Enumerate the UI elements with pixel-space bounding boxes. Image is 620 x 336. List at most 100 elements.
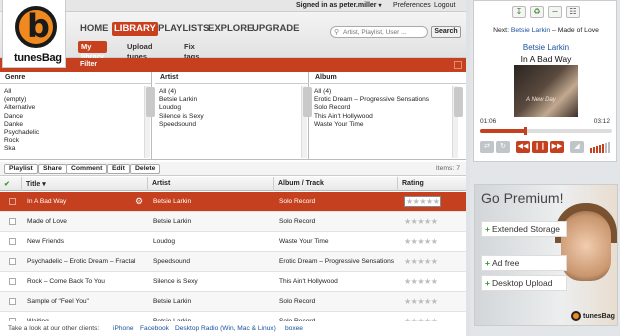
album-item[interactable]: This Ain't Hollywood (314, 113, 462, 121)
volume-slider[interactable] (590, 141, 612, 153)
artist-item[interactable]: Betsie Larkin (159, 96, 304, 104)
genre-item[interactable]: All (4, 88, 147, 96)
filter-bar: Filter (0, 58, 466, 72)
artist-item[interactable]: Loudog (159, 104, 304, 112)
premium-photo (561, 211, 611, 281)
select-all-check-icon[interactable]: ✔ (0, 177, 22, 191)
column-title[interactable]: Title ▾ (22, 177, 148, 191)
rating-stars[interactable]: ★★★★★ (404, 277, 438, 286)
volume-icon[interactable]: ◢ (570, 141, 584, 153)
genre-item[interactable]: (empty) (4, 96, 147, 104)
subtab-my-library[interactable]: My library (78, 41, 107, 61)
gear-icon[interactable]: ⚙ (135, 196, 143, 207)
row-checkbox[interactable] (9, 238, 16, 245)
cell-title: Rock – Come Back To You (27, 278, 105, 286)
column-album[interactable]: Album / Track (274, 177, 398, 191)
share-icon[interactable]: ♻ (530, 6, 544, 18)
table-row[interactable]: New Friends Loudog Waste Your Time ★★★★★ (0, 232, 466, 252)
search-input[interactable] (343, 28, 425, 37)
cell-album: Waste Your Time (279, 238, 329, 246)
row-checkbox[interactable] (9, 258, 16, 265)
row-checkbox[interactable] (9, 298, 16, 305)
premium-title: Go Premium! (481, 190, 564, 206)
previous-icon[interactable]: ◀◀ (516, 141, 530, 153)
next-artist-link[interactable]: Betsie Larkin (511, 27, 550, 34)
rating-stars[interactable]: ★★★★★ (404, 297, 438, 306)
download-icon[interactable]: ↧ (512, 6, 526, 18)
artist-item[interactable]: Speedsound (159, 121, 304, 129)
filter-expand-icon[interactable] (454, 61, 462, 69)
subtab-fix-tags[interactable]: Fix tags (181, 41, 202, 61)
row-checkbox[interactable] (9, 218, 16, 225)
tunesbag-logo[interactable]: b tunesBag (2, 0, 66, 68)
repeat-icon[interactable]: ↻ (496, 141, 510, 153)
search-button[interactable]: Search (431, 26, 461, 38)
rating-stars[interactable]: ★★★★★ (404, 237, 438, 246)
column-rating[interactable]: Rating (398, 177, 466, 191)
genre-item[interactable]: Psychadelic (4, 129, 147, 137)
premium-feature-storage: + Extended Storage (481, 221, 567, 237)
album-item[interactable]: Waste Your Time (314, 121, 462, 129)
share-network-icon[interactable]: ∽ (548, 6, 562, 18)
link-desktop-radio[interactable]: Desktop Radio (Win, Mac & Linux) (175, 325, 276, 332)
cell-album: Solo Record (279, 198, 316, 206)
genre-scrollbar[interactable] (144, 86, 155, 158)
edit-button[interactable]: Edit (107, 164, 130, 174)
rating-stars[interactable]: ★★★★★ (404, 257, 438, 266)
now-playing-song: In A Bad Way (520, 54, 572, 64)
comment-button[interactable]: Comment (66, 164, 108, 174)
premium-ad[interactable]: Go Premium! + Extended Storage + Ad free +… (474, 184, 618, 326)
link-iphone[interactable]: iPhone (113, 325, 134, 332)
elapsed-time: 01:06 (480, 118, 497, 125)
playlist-button[interactable]: Playlist (4, 164, 38, 174)
link-boxee[interactable]: boxee (285, 325, 303, 332)
table-row[interactable]: Made of Love Betsie Larkin Solo Record ★★★★… (0, 212, 466, 232)
nav-tab-library[interactable]: LIBRARY (112, 22, 158, 36)
cart-icon[interactable]: ☷ (566, 6, 580, 18)
logout-link[interactable]: Logout (434, 2, 455, 9)
subtab-upload-tunes[interactable]: Upload tunes (124, 41, 155, 61)
album-item[interactable]: Solo Record (314, 104, 462, 112)
search-icon: ⚲ (334, 29, 340, 36)
row-checkbox[interactable] (9, 198, 16, 205)
genre-item[interactable]: Alternative (4, 104, 147, 112)
rating-stars[interactable]: ★★★★★ (404, 196, 442, 207)
genre-item[interactable]: Rock (4, 137, 147, 145)
next-track: Next: Betsie Larkin – Made of Love (474, 27, 618, 34)
column-artist[interactable]: Artist (148, 177, 274, 191)
album-list: All (4) Erotic Dream – Progressive Sensa… (310, 84, 466, 133)
signed-in-menu[interactable]: Signed in as peter.miller ▾ (296, 2, 382, 9)
pause-icon[interactable]: ❙❙ (532, 141, 548, 153)
rating-stars[interactable]: ★★★★★ (404, 217, 438, 226)
artist-column: Artist All (4) Betsie Larkin Loudog Sile… (155, 72, 312, 160)
album-item[interactable]: Erotic Dream – Progressive Sensations (314, 96, 462, 104)
table-row[interactable]: Psychadelic – Erotic Dream – Fractal Spee… (0, 252, 466, 272)
genre-item[interactable]: Dance (4, 113, 147, 121)
progress-handle[interactable] (523, 127, 527, 135)
table-row[interactable]: Rock – Come Back To You Silence is Sexy Th… (0, 272, 466, 292)
row-checkbox[interactable] (9, 278, 16, 285)
genre-item[interactable]: Danke (4, 121, 147, 129)
share-button[interactable]: Share (38, 164, 67, 174)
album-item[interactable]: All (4) (314, 88, 462, 96)
cell-album: This Ain't Hollywood (279, 278, 338, 286)
artist-item[interactable]: All (4) (159, 88, 304, 96)
table-row[interactable]: In A Bad Way Betsie Larkin Solo Record ⚙ ★★★… (0, 192, 466, 212)
progress-bar[interactable] (480, 127, 612, 135)
nav-tab-playlists[interactable]: PLAYLISTS (156, 22, 211, 36)
delete-button[interactable]: Delete (130, 164, 161, 174)
nav-tab-home[interactable]: HOME (78, 22, 111, 36)
table-row[interactable]: Sample of "Feel You" Betsie Larkin Solo Re… (0, 292, 466, 312)
album-scrollbar[interactable] (452, 86, 463, 158)
nav-tab-upgrade[interactable]: UPGRADE (250, 22, 302, 36)
nav-tab-explore[interactable]: EXPLORE (206, 22, 255, 36)
next-icon[interactable]: ▶▶ (550, 141, 564, 153)
link-facebook[interactable]: Facebook (140, 325, 169, 332)
artist-item[interactable]: Silence is Sexy (159, 113, 304, 121)
genre-item[interactable]: Ska (4, 145, 147, 153)
shuffle-icon[interactable]: ⇄ (480, 141, 494, 153)
preferences-link[interactable]: Preferences (393, 2, 431, 9)
filter-toggle[interactable]: Filter (80, 61, 97, 68)
artist-scrollbar[interactable] (301, 86, 312, 158)
now-playing-artist[interactable]: Betsie Larkin (474, 43, 618, 52)
